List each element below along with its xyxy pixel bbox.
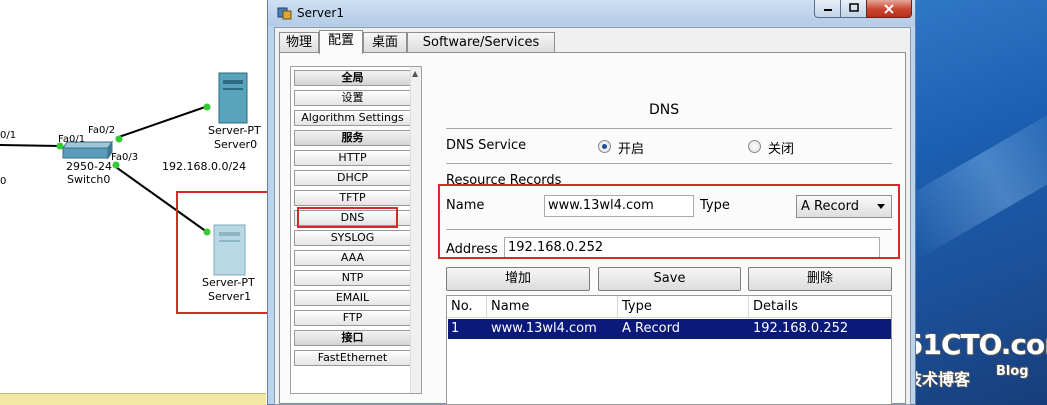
port-label: Fa0/1 (58, 134, 86, 145)
switch-model: 2950-24 (66, 160, 112, 173)
server1-icon (213, 224, 246, 276)
maximize-icon (848, 3, 859, 12)
dns-panel-title: DNS (649, 102, 680, 118)
records-table: No. Name Type Details 1 www.13wl4.com A … (446, 295, 892, 405)
type-label: Type (700, 198, 730, 213)
server1-type: Server-PT (202, 276, 255, 289)
menu-item-algorithm-settings[interactable]: Algorithm Settings (294, 110, 411, 126)
save-button[interactable]: Save (598, 267, 741, 291)
maximize-button[interactable] (840, 0, 867, 18)
type-select-value: A Record (801, 199, 859, 214)
divider (446, 128, 892, 129)
port-label: 0 (0, 176, 7, 187)
tab-desktop[interactable]: 桌面 (363, 32, 407, 53)
resource-records-label: Resource Records (446, 173, 562, 188)
close-icon (884, 4, 894, 14)
menu-item-dns[interactable]: DNS (294, 210, 411, 226)
watermark: 51CTO.com 技术博客 Blog (904, 328, 1047, 398)
divider (446, 163, 892, 164)
dns-on-radio[interactable] (598, 140, 611, 153)
column-header-name[interactable]: Name (487, 296, 618, 318)
menu-header-services[interactable]: 服务 (294, 130, 411, 146)
menu-header-global[interactable]: 全局 (294, 70, 411, 86)
dns-off-radio[interactable] (748, 140, 761, 153)
subnet-label: 192.168.0.0/24 (162, 160, 247, 173)
watermark-site: 51CTO.com (904, 328, 1047, 361)
server1-window: Server1 物理 配置 桌面 Software/Services 全局 设置… (267, 0, 916, 405)
scroll-up-icon[interactable]: ▲ (412, 69, 418, 78)
divider (446, 229, 892, 230)
column-header-no[interactable]: No. (447, 296, 487, 318)
port-label: Fa0/2 (88, 125, 116, 136)
config-panel: 全局 设置 Algorithm Settings 服务 HTTP DHCP TF… (279, 52, 906, 405)
menu-item-email[interactable]: EMAIL (294, 290, 411, 306)
watermark-line2: Blog (996, 364, 1029, 379)
address-label: Address (446, 242, 498, 257)
add-button[interactable]: 增加 (446, 267, 590, 291)
title-bar[interactable]: Server1 (268, 0, 915, 26)
menu-header-interface[interactable]: 接口 (294, 330, 411, 346)
type-select[interactable]: A Record (796, 195, 892, 218)
table-row[interactable]: 1 www.13wl4.com A Record 192.168.0.252 (448, 319, 891, 339)
dns-on-label: 开启 (618, 142, 645, 157)
tab-software-services[interactable]: Software/Services (407, 32, 555, 53)
close-button[interactable] (866, 0, 912, 18)
window-title: Server1 (297, 6, 344, 20)
dns-off-label: 关闭 (768, 142, 795, 157)
server0-icon (218, 72, 248, 124)
minimize-button[interactable] (814, 0, 841, 18)
tab-physical[interactable]: 物理 (279, 32, 319, 53)
address-input[interactable]: 192.168.0.252 (504, 237, 880, 259)
topology-links (0, 72, 248, 276)
cell-name: www.13wl4.com (491, 321, 597, 336)
port-label: 0/1 (0, 130, 17, 141)
status-bar (0, 393, 266, 405)
server0-type: Server-PT (208, 124, 261, 137)
port-label: Fa0/3 (111, 152, 139, 163)
menu-item-fastethernet[interactable]: FastEthernet (294, 350, 411, 366)
column-header-type[interactable]: Type (618, 296, 749, 318)
cell-no: 1 (451, 321, 460, 336)
topology-canvas[interactable]: 0/1 0 Fa0/1 Fa0/2 Fa0/3 2950-24 Switch0 … (0, 0, 270, 405)
name-label: Name (446, 198, 485, 213)
config-menu[interactable]: 全局 设置 Algorithm Settings 服务 HTTP DHCP TF… (290, 66, 422, 394)
menu-item-tftp[interactable]: TFTP (294, 190, 411, 206)
column-header-details[interactable]: Details (749, 296, 891, 318)
dns-service-label: DNS Service (446, 138, 527, 153)
server1-name: Server1 (208, 290, 252, 303)
menu-item-syslog[interactable]: SYSLOG (294, 230, 411, 246)
chevron-down-icon (877, 204, 885, 209)
menu-item-http[interactable]: HTTP (294, 150, 411, 166)
name-input[interactable]: www.13wl4.com (544, 195, 694, 217)
menu-item-aaa[interactable]: AAA (294, 250, 411, 266)
server0-name: Server0 (214, 138, 258, 151)
switch-name: Switch0 (67, 173, 111, 186)
menu-item-ftp[interactable]: FTP (294, 310, 411, 326)
menu-item-settings[interactable]: 设置 (294, 90, 411, 106)
tab-config[interactable]: 配置 (319, 30, 363, 54)
window-client-area: 物理 配置 桌面 Software/Services 全局 设置 Algorit… (274, 27, 911, 405)
menu-scrollbar[interactable]: ▲ (410, 67, 421, 393)
delete-button[interactable]: 删除 (748, 267, 892, 291)
menu-item-dhcp[interactable]: DHCP (294, 170, 411, 186)
cell-type: A Record (622, 321, 680, 336)
cell-details: 192.168.0.252 (753, 321, 849, 336)
app-icon (277, 7, 292, 20)
menu-item-ntp[interactable]: NTP (294, 270, 411, 286)
minimize-icon (823, 9, 832, 11)
